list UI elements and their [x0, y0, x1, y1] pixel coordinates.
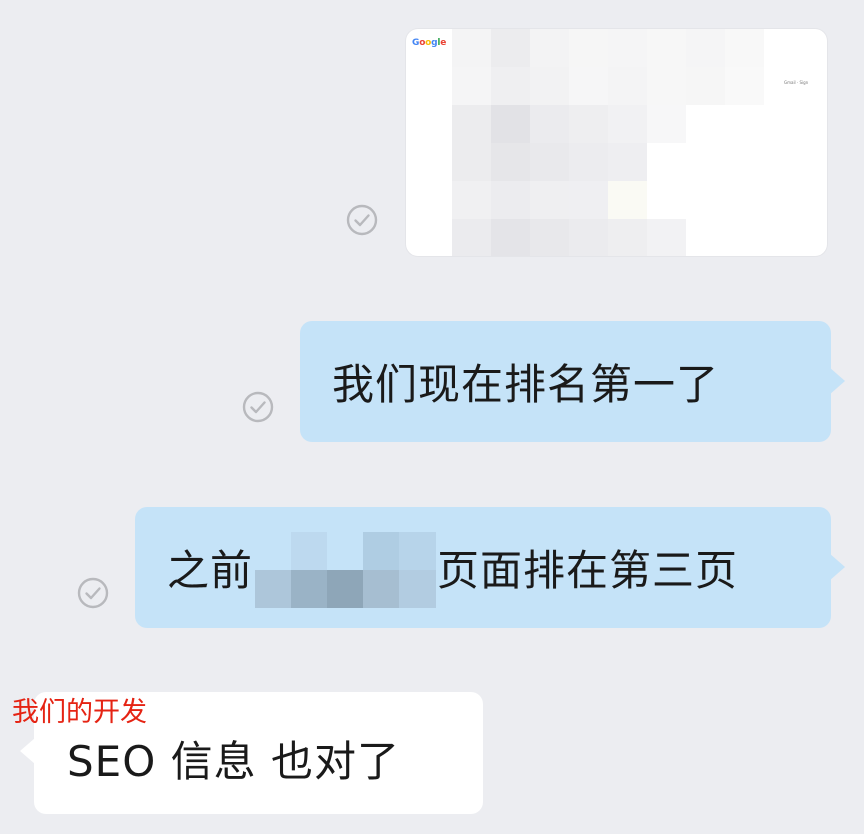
mosaic-pixel — [491, 67, 530, 105]
read-check-icon — [346, 204, 378, 236]
google-top-links: Gmail · Sign — [784, 80, 809, 85]
redaction-pixel — [399, 531, 437, 570]
mosaic-pixel — [452, 105, 491, 143]
redaction-pixel — [291, 569, 329, 608]
mosaic-pixel — [491, 181, 530, 219]
mosaic-pixel — [686, 143, 725, 181]
google-logo: Google — [412, 38, 447, 48]
mosaic-pixel — [725, 219, 764, 256]
mosaic-pixel — [647, 105, 686, 143]
bubble-tail — [829, 553, 845, 581]
mosaic-pixel — [452, 67, 491, 105]
mosaic-pixel — [569, 143, 608, 181]
mosaic-pixel — [530, 143, 569, 181]
mosaic-pixel — [530, 219, 569, 256]
redaction-pixel — [399, 569, 437, 608]
mosaic-pixel — [569, 29, 608, 67]
mosaic-pixel — [647, 143, 686, 181]
mosaic-pixel — [569, 67, 608, 105]
mosaic-pixel — [530, 67, 569, 105]
message-text: 我们现在排名第一了 — [332, 360, 720, 409]
mosaic-pixel — [530, 29, 569, 67]
message-text: SEO 信息 也对了 — [67, 737, 400, 786]
mosaic-pixel — [725, 29, 764, 67]
redaction-pixel — [255, 569, 293, 608]
mosaic-pixel — [452, 181, 491, 219]
mosaic-pixel — [647, 181, 686, 219]
redaction-pixel — [363, 531, 401, 570]
mosaic-pixel — [491, 105, 530, 143]
outgoing-message-bubble[interactable]: 之前 页面排在第三页 — [135, 507, 845, 628]
mosaic-pixel — [608, 143, 647, 181]
mosaic-pixel — [725, 181, 764, 219]
read-check-icon — [77, 577, 109, 609]
mosaic-pixel — [647, 219, 686, 256]
blurred-search-results — [452, 29, 764, 256]
redaction-pixel — [363, 569, 401, 608]
mosaic-pixel — [608, 219, 647, 256]
mosaic-pixel — [725, 67, 764, 105]
mosaic-pixel — [608, 105, 647, 143]
mosaic-pixel — [491, 219, 530, 256]
mosaic-pixel — [608, 181, 647, 219]
mosaic-pixel — [569, 181, 608, 219]
redaction-pixel — [255, 531, 293, 570]
mosaic-pixel — [647, 67, 686, 105]
mosaic-pixel — [686, 219, 725, 256]
bubble-tail — [829, 367, 845, 395]
mosaic-pixel — [686, 67, 725, 105]
image-message-thumbnail[interactable]: Google Gmail · Sign — [406, 29, 827, 256]
mosaic-pixel — [686, 181, 725, 219]
mosaic-pixel — [530, 105, 569, 143]
mosaic-pixel — [491, 143, 530, 181]
mosaic-pixel — [569, 105, 608, 143]
mosaic-pixel — [686, 29, 725, 67]
mosaic-pixel — [452, 143, 491, 181]
mosaic-pixel — [686, 105, 725, 143]
mosaic-pixel — [725, 105, 764, 143]
mosaic-pixel — [608, 29, 647, 67]
redaction-pixel — [291, 531, 329, 570]
redaction-pixel — [327, 569, 365, 608]
mosaic-pixel — [491, 29, 530, 67]
bubble-tail — [20, 738, 35, 764]
mosaic-pixel — [725, 143, 764, 181]
mosaic-pixel — [452, 29, 491, 67]
mosaic-pixel — [530, 181, 569, 219]
message-text-before: 之前 — [167, 546, 254, 595]
sender-annotation: 我们的开发 — [12, 697, 147, 728]
mosaic-pixel — [569, 219, 608, 256]
message-text-after: 页面排在第三页 — [437, 546, 739, 595]
mosaic-pixel — [452, 219, 491, 256]
redaction-pixel — [327, 531, 365, 570]
outgoing-message-bubble[interactable]: 我们现在排名第一了 — [300, 321, 845, 442]
mosaic-pixel — [647, 29, 686, 67]
mosaic-pixel — [608, 67, 647, 105]
read-check-icon — [242, 391, 274, 423]
redacted-text-block — [255, 528, 437, 608]
